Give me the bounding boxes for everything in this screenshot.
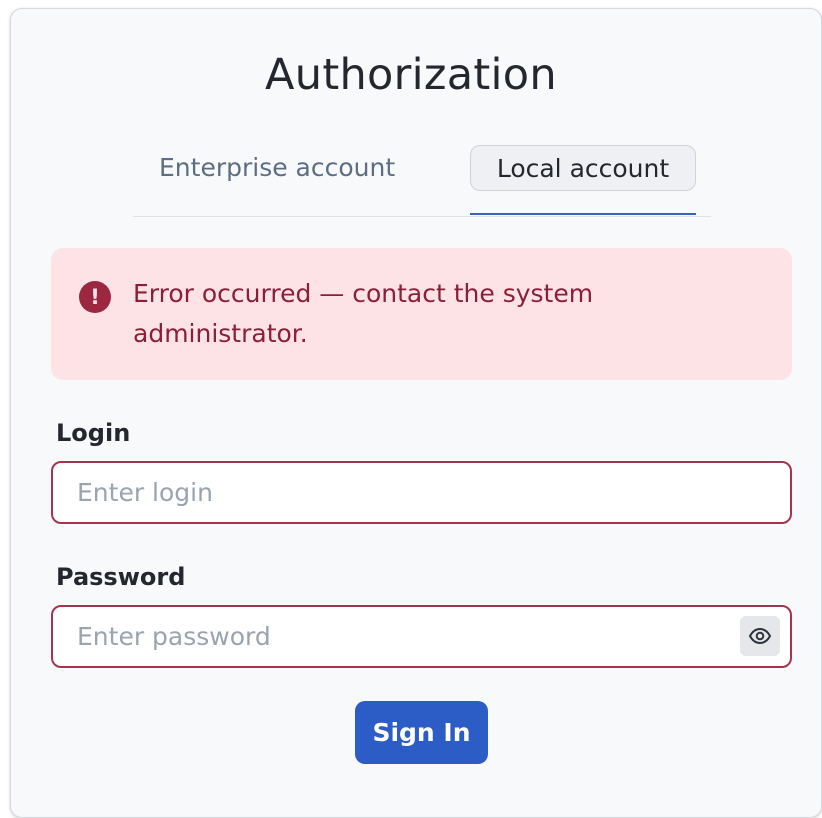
tab-enterprise-account[interactable]: Enterprise account xyxy=(159,145,431,191)
page-title: Authorization xyxy=(265,50,557,100)
eye-icon xyxy=(748,627,772,645)
error-alert: ! Error occurred — contact the system ad… xyxy=(51,248,792,380)
login-input[interactable] xyxy=(51,461,792,524)
exclamation-circle-icon: ! xyxy=(79,281,111,313)
account-tabs: Enterprise account Local account xyxy=(133,145,711,217)
sign-in-button[interactable]: Sign In xyxy=(355,701,488,764)
error-message: Error occurred — contact the system admi… xyxy=(133,279,594,348)
password-input[interactable] xyxy=(51,605,792,668)
password-label: Password xyxy=(56,563,186,591)
active-tab-indicator xyxy=(470,213,696,215)
login-card xyxy=(10,8,822,818)
login-label: Login xyxy=(56,419,131,447)
show-password-button[interactable] xyxy=(740,616,780,656)
tab-local-account[interactable]: Local account xyxy=(470,145,696,191)
